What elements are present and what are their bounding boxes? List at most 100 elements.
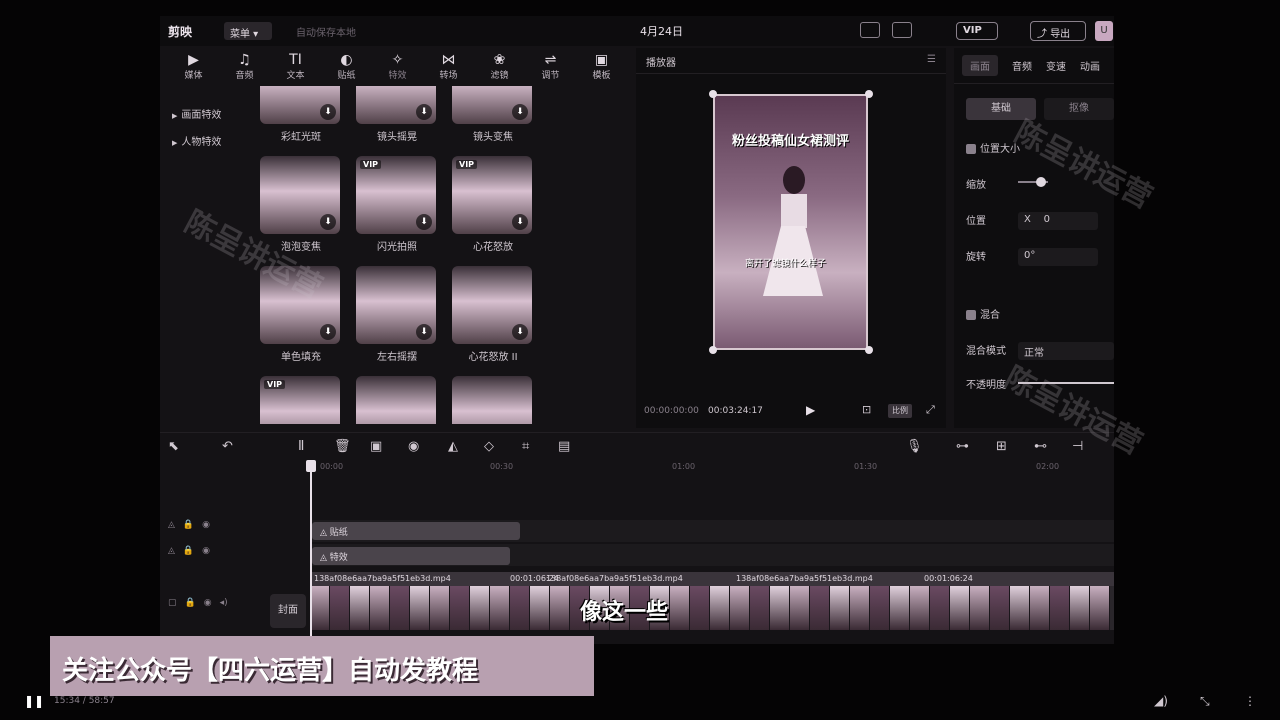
effect-clip[interactable]: ◬ 特效 [312, 547, 510, 565]
lock-icon[interactable]: 🔒 [183, 546, 194, 556]
position-size-checkbox[interactable] [966, 144, 976, 154]
video-title-text: 粉丝投稿仙女裙测评 [731, 134, 849, 149]
eye-icon[interactable]: ◉ [202, 546, 210, 556]
resize-handle-bl[interactable] [709, 346, 717, 354]
zoom-icon[interactable]: ⊣ [1072, 439, 1083, 454]
tool-tab[interactable]: ◐ 贴纸 [321, 48, 372, 86]
main-video-track[interactable]: 138af08e6aa7ba9a5f51eb3d.mp4 00:01:06:24… [310, 572, 1114, 630]
video-preview[interactable]: 粉丝投稿仙女裙测评 离开了滤镜什么样子 [713, 94, 868, 350]
eye-icon[interactable]: ◉ [204, 598, 212, 608]
cover-button[interactable]: 封面 [270, 594, 306, 628]
tool-tab[interactable]: ⇌ 调节 [525, 48, 576, 86]
download-icon[interactable]: ⬇ [320, 214, 336, 230]
crop-icon[interactable]: ⌗ [522, 439, 529, 454]
eye-icon[interactable]: ◉ [202, 520, 210, 530]
download-icon[interactable]: ⬇ [512, 324, 528, 340]
lock-icon[interactable]: 🔒 [185, 598, 196, 608]
tab-speed[interactable]: 变速 [1046, 58, 1066, 73]
ratio-button[interactable]: 比例 [888, 404, 912, 418]
film-frame [910, 586, 930, 630]
scale-slider[interactable] [1018, 177, 1048, 187]
timeline-ruler[interactable]: 00:00 00:30 01:00 01:30 02:00 [160, 460, 1114, 476]
position-x-input[interactable]: X 0 [1018, 212, 1098, 230]
undo-icon[interactable]: ↶ [222, 439, 233, 454]
tab-picture[interactable]: 画面 [962, 55, 998, 76]
vip-button[interactable]: VIP [956, 22, 998, 40]
blend-checkbox[interactable] [966, 310, 976, 320]
effect-card[interactable] [452, 376, 534, 424]
effect-label: 闪光拍照 [377, 242, 417, 253]
shortcut-icon[interactable] [860, 22, 880, 38]
cursor-icon[interactable]: ⬉ [168, 439, 179, 454]
effect-card[interactable]: VIP ⬇ 闪光拍照 [356, 156, 438, 253]
rotate-icon[interactable]: ◇ [484, 439, 494, 454]
more-icon[interactable]: ⋮ [1244, 694, 1256, 708]
menu-icon[interactable]: ☰ [927, 54, 936, 65]
tool-tab[interactable]: ⋈ 转场 [423, 48, 474, 86]
fullscreen-icon[interactable]: ⤢ [926, 403, 935, 417]
layout-icon[interactable] [892, 22, 912, 38]
effect-card[interactable]: VIP ⬇ 心花怒放 [452, 156, 534, 253]
download-icon[interactable]: ⬇ [320, 324, 336, 340]
effect-card[interactable]: ⬇ 镜头摇晃 [356, 86, 438, 143]
ruler-tick: 01:30 [854, 462, 878, 471]
blend-mode-select[interactable]: 正常 [1018, 342, 1114, 360]
menu-button[interactable]: 菜单 ▾ [224, 22, 272, 40]
tool-tab[interactable]: ✧ 特效 [372, 48, 423, 86]
play-icon[interactable]: ▶ [806, 403, 815, 417]
player-controls: 00:00:00:00 00:03:24:17 ▶ ⊡ 比例 ⤢ [636, 400, 946, 424]
delete-icon[interactable]: 🗑 [334, 439, 351, 454]
volume-icon[interactable]: ◢) [1154, 694, 1168, 708]
tool-tab[interactable]: TI 文本 [270, 48, 321, 86]
download-icon[interactable]: ⬇ [512, 104, 528, 120]
download-icon[interactable]: ⬇ [320, 104, 336, 120]
mirror-icon[interactable]: ◭ [448, 439, 458, 454]
download-icon[interactable]: ⬇ [416, 214, 432, 230]
playhead-handle[interactable] [306, 460, 316, 472]
lock-icon[interactable]: 🔒 [183, 520, 194, 530]
speaker-icon[interactable]: ◂) [220, 598, 228, 608]
freeze-icon[interactable]: ▣ [370, 439, 382, 454]
timeline-toolbar: ⬉ ↶ Ⅱ 🗑 ▣ ◉ ◭ ◇ ⌗ ▤ 🎙 ⊶ ⊞ ⊷ ⊣ [160, 432, 1114, 460]
export-button[interactable]: ⤴ 导出 [1030, 21, 1086, 41]
film-frame [390, 586, 410, 630]
effect-card[interactable]: ⬇ 左右摇摆 [356, 266, 438, 363]
resize-handle-tl[interactable] [709, 90, 717, 98]
tool-tab[interactable]: ▣ 模板 [576, 48, 627, 86]
resize-handle-br[interactable] [865, 346, 873, 354]
effect-card[interactable]: ⬇ 心花怒放 II [452, 266, 534, 363]
category-screen-effects[interactable]: ▶ 画面特效 [168, 100, 248, 127]
playhead[interactable] [310, 460, 312, 636]
category-person-effects[interactable]: ▶ 人物特效 [168, 127, 248, 154]
sticker-clip[interactable]: ◬ 贴纸 [312, 522, 520, 540]
avatar[interactable]: U [1095, 21, 1113, 41]
link-icon[interactable]: ⊶ [956, 439, 969, 454]
image-icon[interactable]: ▤ [558, 439, 570, 454]
tab-keying[interactable]: 抠像 [1044, 98, 1114, 120]
fullscreen-icon[interactable]: ⤡ [1200, 694, 1210, 709]
tab-audio[interactable]: 音频 [1012, 58, 1032, 73]
fit-screen-icon[interactable]: ⊡ [862, 403, 871, 416]
resize-handle-tr[interactable] [865, 90, 873, 98]
snap-icon[interactable]: ⊷ [1034, 439, 1047, 454]
rotate-input[interactable]: 0° [1018, 248, 1098, 266]
download-icon[interactable]: ⬇ [416, 324, 432, 340]
tool-tab[interactable]: ▶ 媒体 [168, 48, 219, 86]
download-icon[interactable]: ⬇ [416, 104, 432, 120]
tool-tab-label: 滤镜 [490, 71, 509, 81]
pause-icon[interactable]: ❚❚ [24, 694, 44, 708]
effect-card[interactable]: ⬇ 镜头变焦 [452, 86, 534, 143]
total-timecode: 00:03:24:17 [708, 406, 763, 416]
effect-card[interactable]: VIP [260, 376, 342, 424]
main-track-controls: ▢ 🔒 ◉ ◂) [168, 598, 228, 608]
download-icon[interactable]: ⬇ [512, 214, 528, 230]
tab-animation[interactable]: 动画 [1080, 58, 1100, 73]
microphone-icon[interactable]: 🎙 [906, 439, 923, 454]
tool-tab[interactable]: ❀ 滤镜 [474, 48, 525, 86]
effect-card[interactable] [356, 376, 438, 424]
preview-axis-icon[interactable]: ⊞ [996, 439, 1007, 454]
reverse-icon[interactable]: ◉ [408, 439, 419, 454]
split-icon[interactable]: Ⅱ [298, 439, 304, 454]
tool-tab[interactable]: ♫ 音频 [219, 48, 270, 86]
effect-card[interactable]: ⬇ 彩虹光斑 [260, 86, 342, 143]
